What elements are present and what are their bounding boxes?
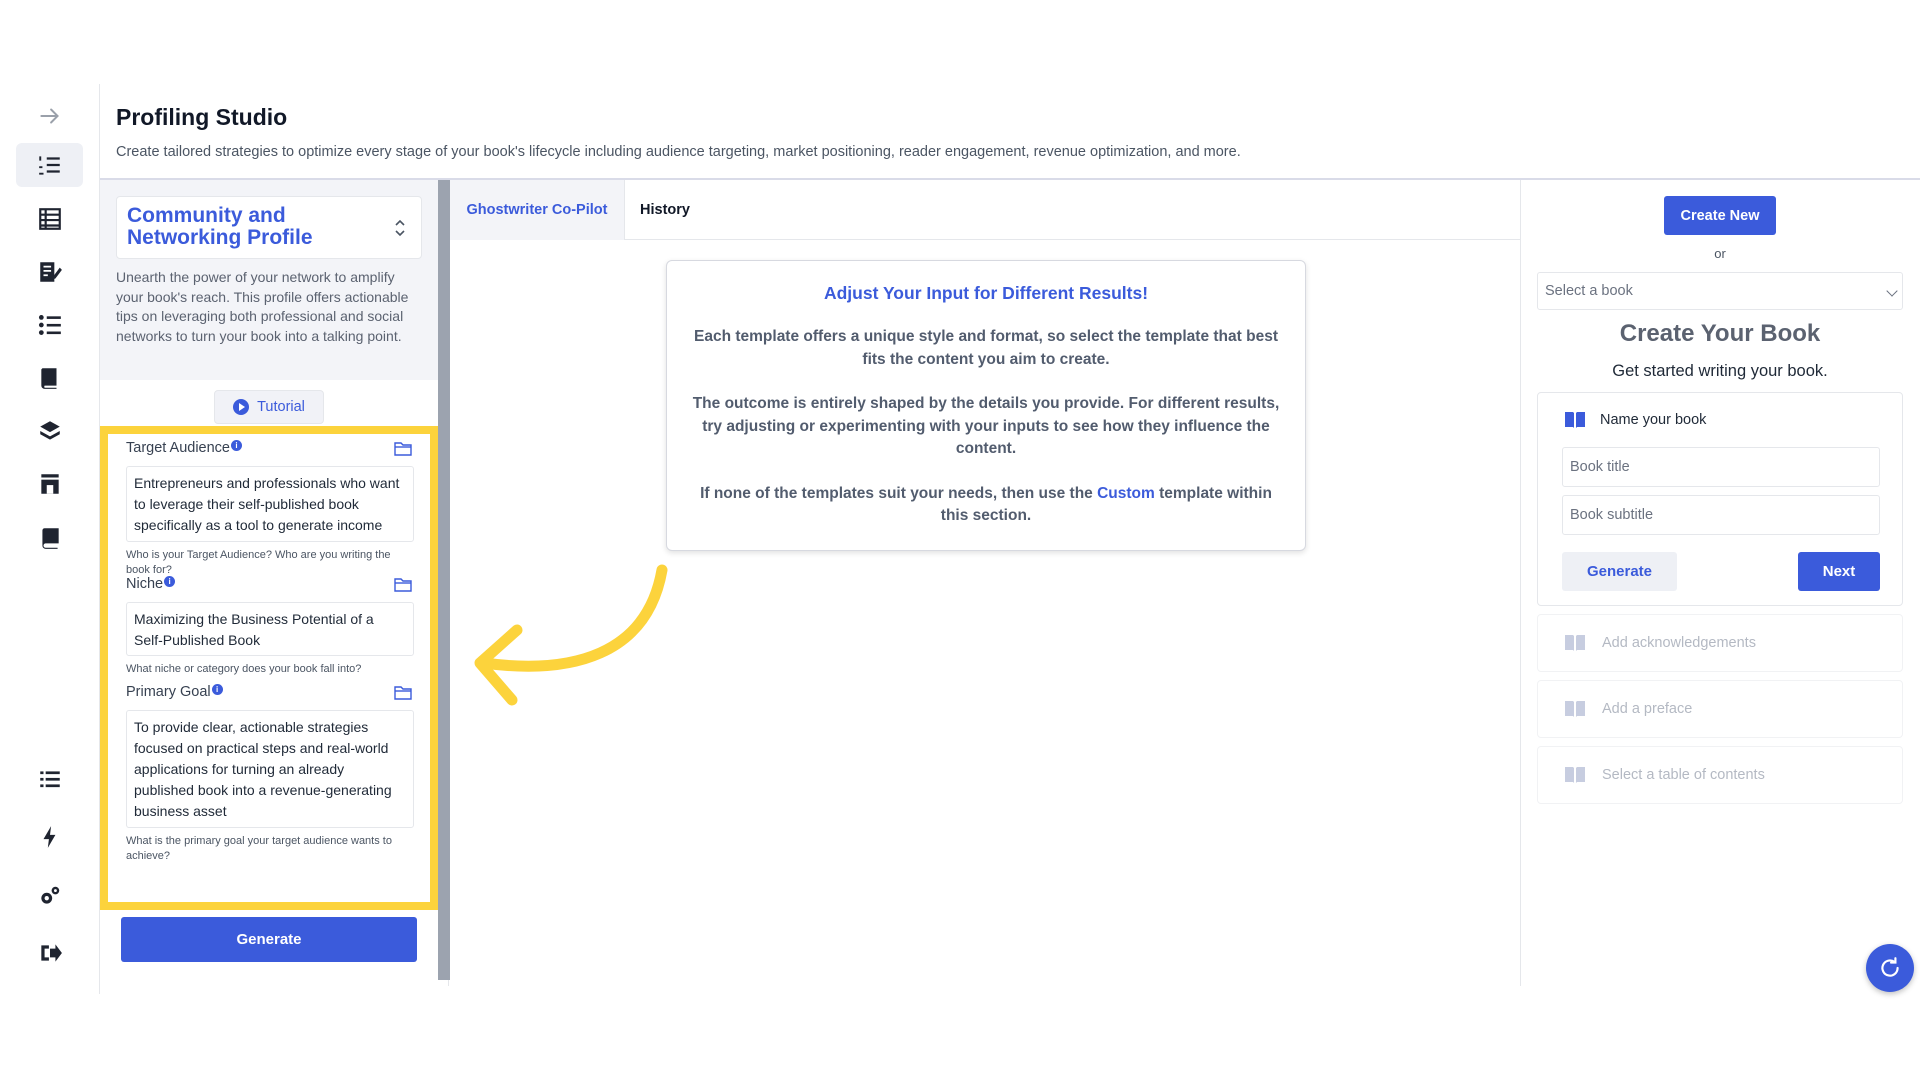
books-icon (39, 421, 60, 440)
profile-card: Community and Networking Profile Unearth… (100, 180, 438, 380)
niche-input[interactable]: Maximizing the Business Potential of a S… (126, 602, 414, 656)
open-book-icon (1565, 635, 1585, 651)
info-icon[interactable]: i (231, 440, 242, 451)
panel-scrollbar[interactable] (438, 180, 450, 980)
step-acknowledgements: Add acknowledgements (1537, 614, 1903, 672)
sidebar-item-tasks[interactable] (16, 757, 83, 801)
play-icon (233, 399, 250, 415)
niche-help: What niche or category does your book fa… (126, 663, 362, 675)
target-audience-label: Target Audience (126, 440, 230, 456)
open-book-icon (1565, 412, 1585, 428)
sidebar-item-logout[interactable] (16, 931, 83, 975)
list-bullets-icon (39, 771, 60, 788)
folder-icon[interactable] (394, 440, 412, 456)
page-description: Create tailored strategies to optimize e… (116, 144, 1241, 160)
niche-field: Niche i Maximizing the Business Potential… (126, 576, 414, 677)
custom-template-link[interactable]: Custom (1097, 485, 1155, 502)
tab-history[interactable]: History (625, 180, 705, 240)
profile-description: Unearth the power of your network to amp… (116, 269, 409, 344)
book-select[interactable]: Select a book (1537, 272, 1903, 310)
sidebar-item-book-stack[interactable] (16, 356, 83, 400)
open-book-icon (1565, 767, 1585, 783)
input-fields-highlight: Target Audience i Entrepreneurs and profe… (100, 426, 438, 910)
folder-icon[interactable] (394, 576, 412, 592)
sidebar-item-settings[interactable] (16, 874, 83, 918)
page-title: Profiling Studio (116, 104, 288, 130)
sidebar-item-shop[interactable] (16, 462, 83, 506)
expand-sidebar-button[interactable] (16, 94, 83, 138)
info-paragraph: If none of the templates suit your needs… (685, 483, 1287, 528)
sidebar-item-books[interactable] (16, 409, 83, 453)
primary-goal-field: Primary Goal i To provide clear, actionab… (126, 684, 414, 864)
list-icon (38, 315, 61, 335)
create-book-title: Create Your Book (1619, 320, 1821, 347)
step-table-of-contents: Select a table of contents (1537, 746, 1903, 804)
tab-bar: Ghostwriter Co-Pilot History (450, 180, 1520, 240)
sidebar-item-outline[interactable] (16, 303, 83, 347)
tutorial-button[interactable]: Tutorial (214, 390, 324, 424)
logout-icon (40, 944, 62, 962)
refresh-icon (1881, 957, 1899, 977)
lightning-icon (43, 826, 55, 848)
step-label: Select a table of contents (1602, 767, 1765, 783)
book-stack-icon (40, 368, 56, 389)
create-new-button[interactable]: Create New (1664, 196, 1776, 235)
generate-title-button[interactable]: Generate (1562, 552, 1677, 591)
open-book-icon (1565, 701, 1585, 717)
shop-icon (40, 474, 59, 494)
table-icon (38, 208, 61, 230)
info-card: Adjust Your Input for Different Results!… (666, 260, 1306, 551)
step-label: Add a preface (1602, 701, 1693, 717)
info-paragraph: The outcome is entirely shaped by the de… (692, 395, 1280, 457)
chevron-down-icon (1886, 285, 1898, 297)
edit-document-icon (39, 262, 62, 282)
name-book-step: Name your book Book title Book subtitle … (1537, 392, 1903, 606)
chevron-up-down-icon (395, 219, 405, 237)
info-card-title: Adjust Your Input for Different Results! (823, 283, 1149, 303)
assistant-fab-button[interactable] (1866, 944, 1914, 992)
info-text: If none of the templates suit your needs… (700, 484, 1098, 502)
target-audience-input[interactable]: Entrepreneurs and professionals who want… (126, 466, 414, 542)
next-button[interactable]: Next (1798, 552, 1880, 591)
step-preface: Add a preface (1537, 680, 1903, 738)
or-label: or (1714, 246, 1726, 261)
sidebar-item-quick-actions[interactable] (16, 815, 83, 859)
target-audience-help: Who is your Target Audience? Who are you… (126, 549, 391, 576)
gears-icon (40, 886, 59, 904)
target-audience-field: Target Audience i Entrepreneurs and profe… (126, 440, 414, 578)
sidebar-item-editor[interactable] (16, 250, 83, 294)
page-header: Profiling Studio Create tailored strateg… (100, 84, 1920, 180)
curved-arrow-annotation (474, 564, 668, 706)
info-icon[interactable]: i (211, 684, 223, 695)
sidebar-item-library[interactable] (16, 516, 83, 560)
primary-goal-help: What is the primary goal your target aud… (126, 835, 392, 862)
profile-name: Community and Networking Profile (127, 204, 313, 249)
book-subtitle-input[interactable]: Book subtitle (1562, 495, 1880, 535)
primary-goal-input[interactable]: To provide clear, actionable strategies … (126, 710, 414, 828)
profile-config-panel: Community and Networking Profile Unearth… (100, 180, 449, 986)
numbered-list-icon (38, 156, 60, 175)
primary-goal-label: Primary Goal (126, 684, 211, 700)
sidebar-item-table[interactable] (16, 197, 83, 241)
book-select-value: Select a book (1545, 283, 1633, 299)
book-icon (41, 528, 59, 549)
info-paragraph: Each template offers a unique style and … (694, 328, 1278, 368)
name-book-label: Name your book (1600, 412, 1707, 428)
sidebar-item-profiling-studio[interactable] (16, 143, 83, 187)
tutorial-label: Tutorial (257, 399, 305, 415)
arrow-right-icon (39, 108, 59, 124)
sidebar-rail (0, 84, 100, 994)
create-book-subtitle: Get started writing your book. (1612, 362, 1828, 380)
tab-ghostwriter-co-pilot[interactable]: Ghostwriter Co-Pilot (450, 180, 625, 240)
folder-icon[interactable] (394, 684, 412, 700)
info-icon[interactable]: i (164, 576, 176, 587)
profile-select[interactable]: Community and Networking Profile (116, 196, 422, 259)
niche-label: Niche (126, 576, 164, 592)
generate-button[interactable]: Generate (121, 917, 417, 962)
divider (1520, 180, 1521, 986)
step-label: Add acknowledgements (1602, 635, 1756, 651)
book-title-input[interactable]: Book title (1562, 447, 1880, 487)
